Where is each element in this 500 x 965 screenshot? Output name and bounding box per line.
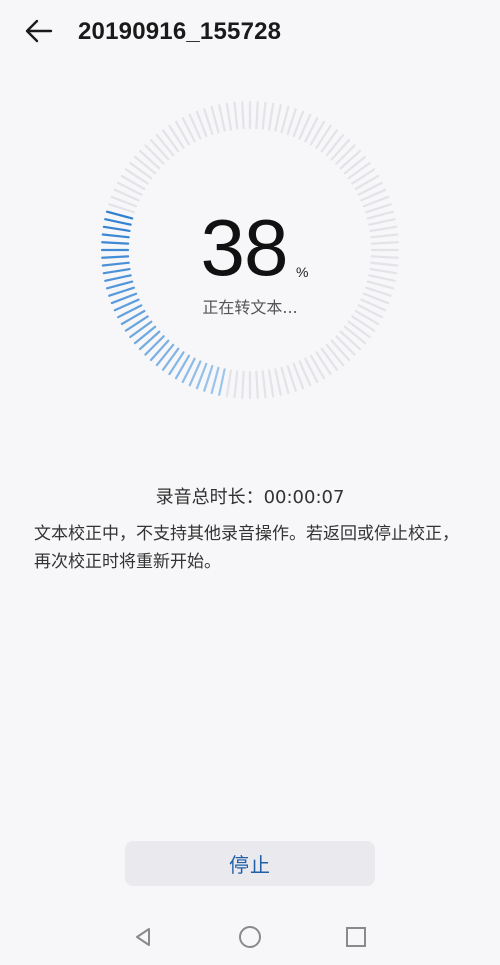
progress-tick — [261, 101, 267, 130]
progress-tick — [343, 325, 367, 345]
correction-notice: 文本校正中，不支持其他录音操作。若返回或停止校正，再次校正时将重新开始。 — [34, 524, 459, 572]
progress-tick — [255, 370, 259, 399]
progress-tick — [280, 105, 290, 134]
circle-icon — [239, 926, 261, 948]
nav-recent-button[interactable] — [342, 923, 370, 951]
progress-tick — [343, 155, 367, 175]
back-button[interactable] — [22, 14, 56, 48]
nav-home-button[interactable] — [236, 923, 264, 951]
progress-tick — [330, 339, 351, 362]
progress-tick — [129, 161, 153, 180]
progress-tick — [225, 102, 233, 131]
progress-tick — [280, 366, 290, 395]
progress-unit: % — [296, 264, 309, 280]
progress-tick — [286, 108, 297, 136]
progress-tick — [133, 155, 157, 175]
progress-tick — [330, 138, 351, 161]
progress-tick — [347, 161, 371, 180]
progress-tick-active — [161, 347, 180, 371]
progress-tick — [218, 104, 226, 132]
progress-tick — [161, 129, 180, 153]
progress-tick — [241, 101, 245, 130]
progress-tick-active — [210, 366, 220, 395]
progress-tick — [261, 370, 267, 399]
stop-button[interactable]: 停止 — [125, 841, 375, 886]
progress-tick — [149, 138, 170, 161]
progress-tick — [255, 101, 259, 130]
progress-tick — [203, 108, 214, 136]
progress-tick — [320, 347, 339, 371]
progress-tick-active — [144, 335, 165, 356]
progress-tick — [274, 368, 282, 396]
triangle-left-icon — [136, 928, 150, 946]
progress-tick — [210, 105, 220, 134]
progress-tick — [233, 370, 239, 399]
progress-tick — [274, 104, 282, 132]
progress-tick — [267, 369, 275, 398]
progress-status: 正在转文本... — [202, 298, 298, 317]
progress-tick — [325, 343, 345, 367]
system-nav-bar — [0, 910, 500, 965]
progress-tick-active — [138, 330, 161, 351]
progress-tick-active — [133, 325, 157, 345]
recording-duration: 录音总时长：00:00:07 — [155, 487, 345, 508]
progress-tick — [335, 335, 356, 356]
progress-tick — [225, 369, 233, 398]
progress-tick — [155, 133, 175, 157]
progress-tick — [325, 133, 345, 157]
progress-tick — [335, 144, 356, 165]
progress-tick-active — [129, 320, 153, 339]
arrow-left-icon — [25, 19, 53, 43]
progress-tick — [241, 370, 245, 399]
progress-tick — [286, 364, 297, 392]
progress-tick — [320, 129, 339, 153]
progress-percent: 38 % — [100, 208, 400, 288]
progress-value: 38 — [200, 203, 289, 292]
progress-tick — [339, 149, 362, 170]
progress-tick-active — [149, 339, 170, 362]
page-title: 20190916_155728 — [78, 18, 282, 45]
progress-tick-active — [218, 368, 226, 396]
progress-tick-active — [203, 364, 214, 392]
app-header: 20190916_155728 — [0, 0, 500, 65]
progress-tick — [347, 320, 371, 339]
progress-tick — [339, 330, 362, 351]
square-icon — [346, 927, 366, 947]
progress-tick — [233, 101, 239, 130]
progress-tick-active — [155, 343, 175, 367]
progress-tick — [267, 102, 275, 131]
progress-tick — [138, 149, 161, 170]
progress-tick — [144, 144, 165, 165]
nav-back-button[interactable] — [129, 923, 157, 951]
